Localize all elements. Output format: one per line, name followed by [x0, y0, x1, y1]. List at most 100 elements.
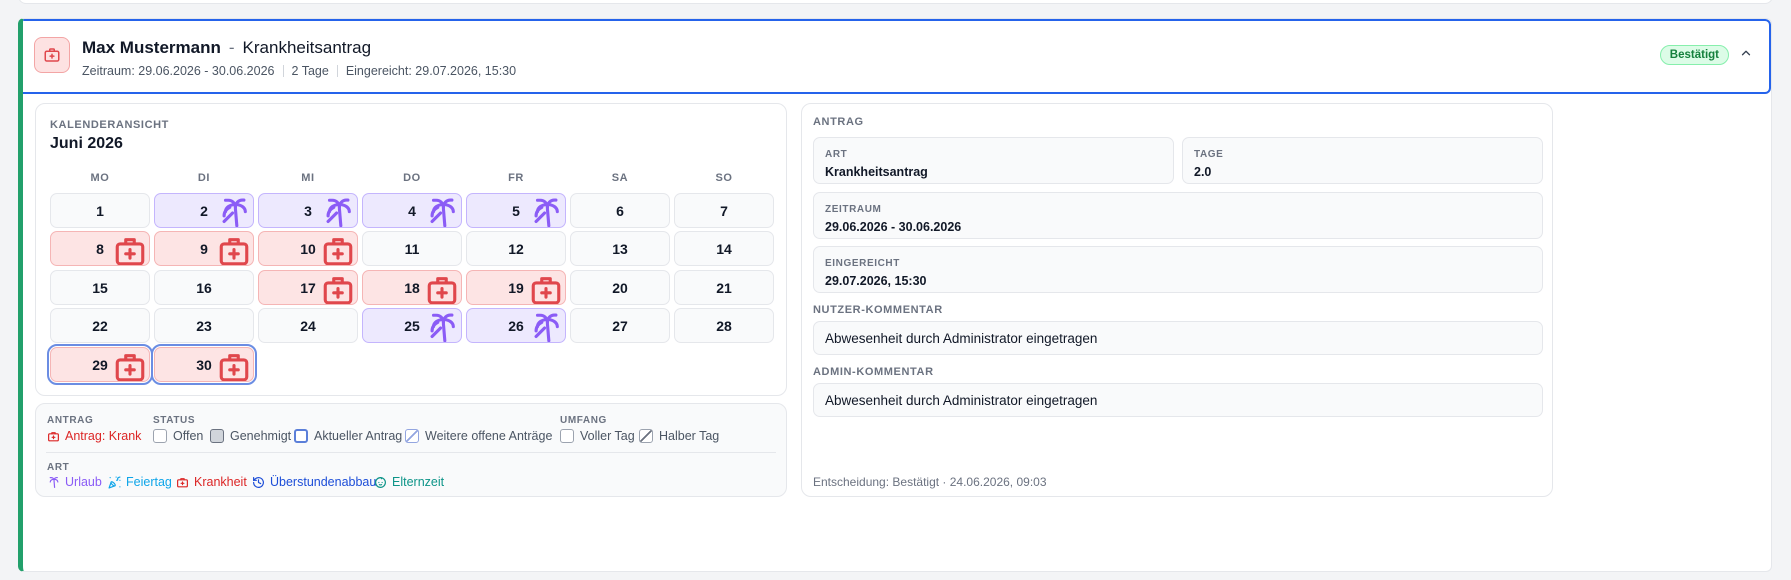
baby-icon — [374, 476, 392, 489]
details-eyebrow: ANTRAG — [813, 116, 864, 128]
field-tage: TAGE 2.0 — [1182, 137, 1543, 184]
calendar-day[interactable]: 10 — [258, 231, 358, 266]
calendar-day-number: 19 — [508, 279, 524, 296]
user-name: Max Mustermann — [82, 38, 221, 57]
legend-antrag-item: Antrag: Krank — [47, 429, 141, 443]
calendar-day-number: 9 — [200, 240, 208, 257]
medkit-icon — [113, 350, 147, 381]
status-badge: Bestätigt — [1659, 45, 1729, 65]
calendar-day[interactable]: 2 — [154, 193, 254, 228]
calendar-day[interactable]: 21 — [674, 270, 774, 305]
calendar-day-number: 15 — [92, 279, 108, 296]
request-card-header[interactable]: Max Mustermann - Krankheitsantrag Zeitraum… — [23, 19, 1771, 94]
weekday-header: SA — [611, 172, 629, 184]
calendar-day[interactable]: 12 — [466, 231, 566, 266]
days-text: 2 Tage — [291, 64, 329, 78]
calendar-day[interactable]: 17 — [258, 270, 358, 305]
field-eingereicht-value: 29.07.2026, 15:30 — [825, 274, 927, 288]
request-details-panel: ANTRAG ART Krankheitsantrag TAGE 2.0 ZEI… — [801, 103, 1553, 497]
legend-art-item: Urlaub — [47, 475, 102, 489]
decision-text: Entscheidung: Bestätigt · 24.06.2026, 09… — [813, 475, 1047, 489]
calendar-day-number: 22 — [92, 317, 108, 334]
calendar-day[interactable]: 22 — [50, 308, 150, 343]
legend-status-other-open: Weitere offene Anträge — [405, 429, 552, 443]
calendar-day[interactable]: 28 — [674, 308, 774, 343]
calendar-day-number: 10 — [300, 240, 316, 257]
weekday-header: SO — [715, 172, 733, 184]
legend-antrag-heading: ANTRAG — [47, 415, 94, 426]
medkit-icon — [113, 234, 147, 265]
admin-comment-label: ADMIN-KOMMENTAR — [813, 366, 934, 378]
calendar-eyebrow: KALENDERANSICHT — [50, 119, 169, 131]
user-comment: Abwesenheit durch Administrator eingetra… — [813, 321, 1543, 355]
medkit-icon — [425, 273, 459, 304]
palm-icon — [217, 196, 251, 227]
calendar-day-number: 5 — [512, 202, 520, 219]
request-type: Krankheitsantrag — [242, 38, 372, 57]
calendar-day[interactable]: 24 — [258, 308, 358, 343]
palm-icon — [321, 196, 355, 227]
legend-art-item: Feiertag — [108, 475, 172, 489]
field-art-value: Krankheitsantrag — [825, 165, 928, 179]
admin-comment: Abwesenheit durch Administrator eingetra… — [813, 383, 1543, 417]
legend-panel: ANTRAG Antrag: Krank STATUS Offen Genehm… — [35, 403, 787, 497]
field-art: ART Krankheitsantrag — [813, 137, 1174, 184]
calendar-day[interactable]: 1 — [50, 193, 150, 228]
calendar-day-number: 28 — [716, 317, 732, 334]
calendar-day[interactable]: 14 — [674, 231, 774, 266]
chevron-up-icon[interactable] — [1736, 43, 1756, 63]
status-swatch-current — [294, 429, 308, 443]
legend-umfang-half: Halber Tag — [639, 429, 719, 443]
calendar-day[interactable]: 29 — [47, 344, 153, 385]
legend-art-label: Feiertag — [126, 475, 172, 489]
user-comment-label: NUTZER-KOMMENTAR — [813, 304, 943, 316]
calendar-day-number: 18 — [404, 279, 420, 296]
calendar-day-number: 7 — [720, 202, 728, 219]
legend-art-heading: ART — [47, 462, 70, 473]
calendar-day[interactable]: 5 — [466, 193, 566, 228]
calendar-day-number: 20 — [612, 279, 628, 296]
legend-umfang-full: Voller Tag — [560, 429, 635, 443]
calendar-day[interactable]: 15 — [50, 270, 150, 305]
calendar-day[interactable]: 13 — [570, 231, 670, 266]
calendar-day-number: 24 — [300, 317, 316, 334]
medkit-icon — [217, 234, 251, 265]
legend-art-label: Urlaub — [65, 475, 102, 489]
calendar-day[interactable]: 25 — [362, 308, 462, 343]
calendar-day[interactable]: 8 — [50, 231, 150, 266]
calendar-day-number: 16 — [196, 279, 212, 296]
request-card: Max Mustermann - Krankheitsantrag Zeitraum… — [18, 18, 1772, 572]
medkit-icon — [529, 273, 563, 304]
medkit-icon — [34, 37, 70, 73]
calendar-day[interactable]: 4 — [362, 193, 462, 228]
legend-art-label: Überstundenabbau — [270, 475, 377, 489]
legend-umfang-heading: UMFANG — [560, 415, 607, 426]
field-zeitraum-value: 29.06.2026 - 30.06.2026 — [825, 220, 962, 234]
weekday-header: MI — [301, 172, 315, 184]
calendar-day[interactable]: 23 — [154, 308, 254, 343]
calendar-day[interactable]: 7 — [674, 193, 774, 228]
weekday-header: FR — [508, 172, 524, 184]
medkit-icon — [176, 476, 194, 489]
calendar-day[interactable]: 16 — [154, 270, 254, 305]
calendar-day-number: 3 — [304, 202, 312, 219]
calendar-day[interactable]: 20 — [570, 270, 670, 305]
legend-status-genehmigt: Genehmigt — [210, 429, 291, 443]
calendar-day[interactable]: 30 — [151, 344, 257, 385]
status-swatch-approved — [210, 429, 224, 443]
calendar-day[interactable]: 6 — [570, 193, 670, 228]
calendar-day[interactable]: 11 — [362, 231, 462, 266]
calendar-panel: KALENDERANSICHT Juni 2026 MO DI MI DO FR SA SO… — [35, 103, 787, 396]
medkit-icon — [321, 234, 355, 265]
calendar-day-number: 6 — [616, 202, 624, 219]
calendar-day-number: 23 — [196, 317, 212, 334]
calendar-day[interactable]: 18 — [362, 270, 462, 305]
calendar-day[interactable]: 19 — [466, 270, 566, 305]
calendar-day[interactable]: 3 — [258, 193, 358, 228]
palm-icon — [47, 476, 65, 489]
calendar-day-number: 2 — [200, 202, 208, 219]
field-eingereicht: EINGEREICHT 29.07.2026, 15:30 — [813, 246, 1543, 293]
calendar-day[interactable]: 26 — [466, 308, 566, 343]
calendar-day[interactable]: 27 — [570, 308, 670, 343]
calendar-day[interactable]: 9 — [154, 231, 254, 266]
